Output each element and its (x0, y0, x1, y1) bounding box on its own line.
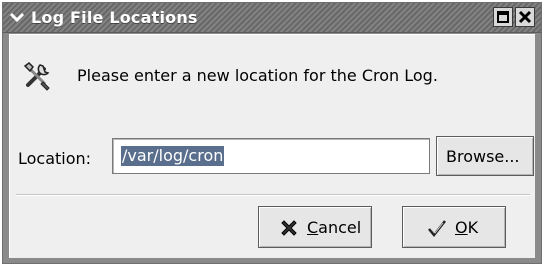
prompt-message: Please enter a new location for the Cron… (77, 66, 438, 85)
ok-button[interactable]: OK (402, 206, 506, 248)
location-input-value[interactable]: /var/log/cron (121, 146, 225, 166)
location-label: Location: (18, 149, 92, 168)
cancel-button-label: Cancel (307, 218, 362, 237)
ok-checkmark-icon (427, 218, 447, 238)
cancel-icon (279, 218, 299, 238)
ok-button-label: OK (455, 218, 479, 237)
location-input[interactable]: /var/log/cron (112, 138, 430, 174)
separator (16, 194, 530, 196)
browse-button-label: Browse... (446, 147, 520, 166)
close-icon (518, 10, 532, 24)
maximize-button[interactable] (493, 7, 513, 27)
chevron-down-icon[interactable] (9, 9, 25, 25)
dialog-body: Please enter a new location for the Cron… (9, 34, 535, 258)
title-bar[interactable]: Log File Locations (3, 3, 541, 33)
browse-button[interactable]: Browse... (436, 136, 534, 176)
window-title: Log File Locations (31, 8, 198, 27)
tools-icon (20, 59, 54, 93)
dialog-window: Log File Locations Please enter a new lo… (2, 2, 542, 264)
cancel-button[interactable]: Cancel (258, 206, 372, 248)
close-button[interactable] (515, 7, 535, 27)
maximize-icon (497, 11, 509, 23)
